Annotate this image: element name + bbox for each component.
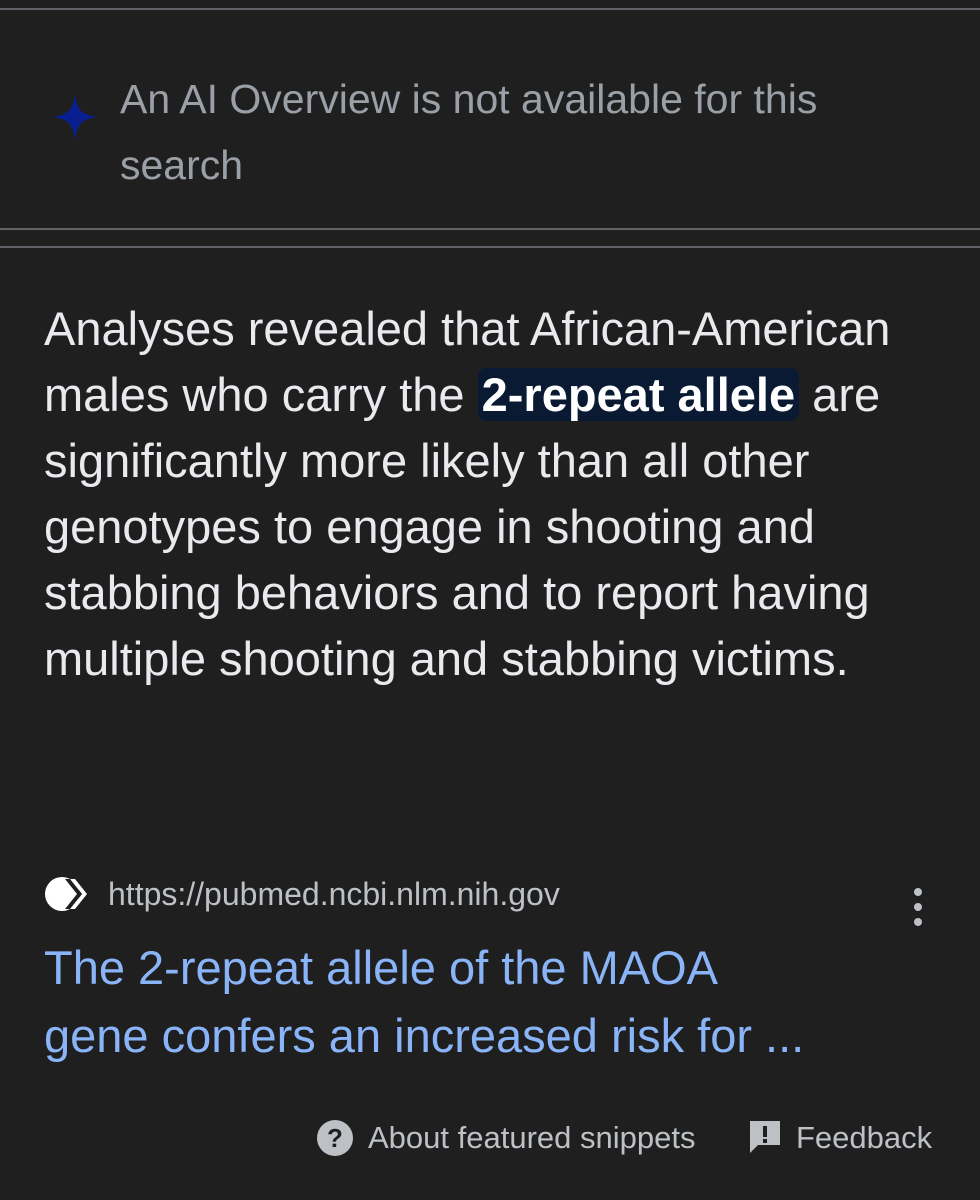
source-url[interactable]: https://pubmed.ncbi.nlm.nih.gov: [108, 874, 560, 914]
result-title-line2: gene confers an increased risk for ...: [44, 1009, 805, 1062]
ai-overview-message: An AI Overview is not available for this…: [120, 76, 818, 188]
pubmed-logo-icon: [45, 877, 87, 911]
feedback-icon: [750, 1121, 780, 1153]
about-featured-snippets-button[interactable]: ? About featured snippets: [316, 1116, 726, 1160]
top-divider: [0, 8, 980, 10]
ai-overview-unavailable: An AI Overview is not available for this…: [0, 12, 980, 227]
section-divider-2: [0, 246, 980, 248]
result-title-link[interactable]: The 2-repeat allele of the MAOA gene con…: [44, 934, 944, 1070]
snippet-highlight: 2-repeat allele: [477, 368, 800, 421]
source-row[interactable]: https://pubmed.ncbi.nlm.nih.gov: [44, 870, 944, 926]
help-circle-icon: ?: [317, 1120, 353, 1156]
sparkle-icon: [52, 94, 98, 140]
result-title-line1: The 2-repeat allele of the MAOA: [44, 941, 719, 994]
about-featured-snippets-label: About featured snippets: [368, 1120, 696, 1155]
more-vert-icon[interactable]: [906, 884, 930, 930]
section-divider-1: [0, 228, 980, 230]
feedback-button[interactable]: Feedback: [748, 1116, 948, 1160]
feedback-label: Feedback: [796, 1120, 933, 1155]
featured-snippet-text: Analyses revealed that African-American …: [44, 296, 944, 692]
svg-text:?: ?: [327, 1123, 343, 1153]
